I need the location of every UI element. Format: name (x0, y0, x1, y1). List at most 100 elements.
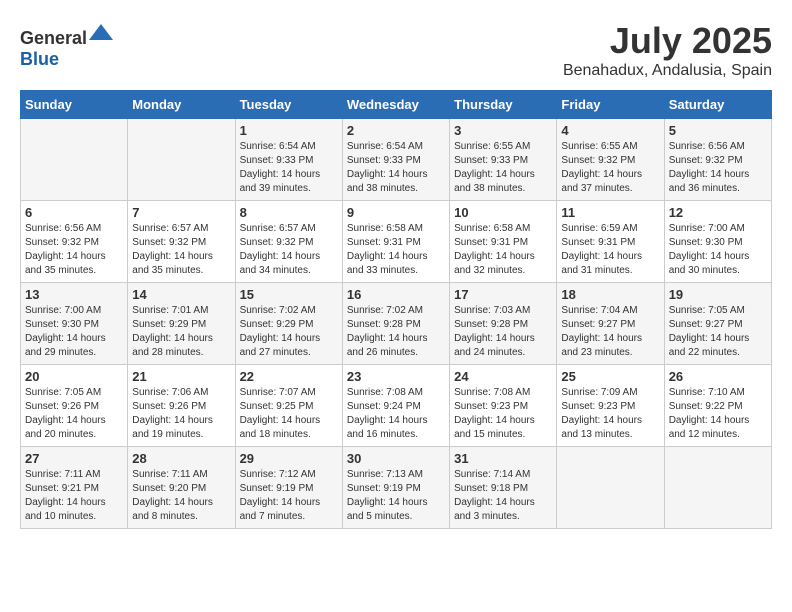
day-number: 10 (454, 205, 552, 220)
day-info: Sunrise: 7:09 AMSunset: 9:23 PMDaylight:… (561, 386, 659, 442)
day-info: Sunrise: 7:02 AMSunset: 9:29 PMDaylight:… (240, 304, 338, 360)
day-number: 24 (454, 369, 552, 384)
day-info: Sunrise: 6:54 AMSunset: 9:33 PMDaylight:… (347, 140, 445, 196)
day-info: Sunrise: 6:58 AMSunset: 9:31 PMDaylight:… (347, 222, 445, 278)
calendar-week-row: 27 Sunrise: 7:11 AMSunset: 9:21 PMDayligh… (21, 447, 772, 529)
calendar-header-row: SundayMondayTuesdayWednesdayThursdayFrid… (21, 91, 772, 119)
calendar-cell: 13Sunrise: 7:00 AMSunset: 9:30 PMDayligh… (21, 283, 128, 365)
day-number: 23 (347, 369, 445, 384)
day-info: Sunrise: 7:08 AMSunset: 9:23 PMDaylight:… (454, 386, 552, 442)
day-info: Sunrise: 7:05 AMSunset: 9:26 PMDaylight:… (25, 386, 123, 442)
calendar-week-row: 20 Sunrise: 7:05 AMSunset: 9:26 PMDayligh… (21, 365, 772, 447)
day-info: Sunrise: 7:01 AMSunset: 9:29 PMDaylight:… (132, 304, 230, 360)
day-number: 30 (347, 451, 445, 466)
calendar-cell: 6Sunrise: 6:56 AMSunset: 9:32 PMDaylight… (21, 201, 128, 283)
day-info: Sunrise: 6:56 AMSunset: 9:32 PMDaylight:… (669, 140, 767, 196)
calendar-cell: 30Sunrise: 7:13 AMSunset: 9:19 PMDayligh… (342, 447, 449, 529)
day-number: 29 (240, 451, 338, 466)
calendar-cell: 12 Sunrise: 7:00 AMSunset: 9:30 PMDayligh… (664, 201, 771, 283)
day-number: 12 (669, 205, 767, 220)
calendar-cell: 7Sunrise: 6:57 AMSunset: 9:32 PMDaylight… (128, 201, 235, 283)
day-number: 25 (561, 369, 659, 384)
day-number: 17 (454, 287, 552, 302)
day-info: Sunrise: 7:05 AMSunset: 9:27 PMDaylight:… (669, 304, 767, 360)
calendar-cell: 18Sunrise: 7:04 AMSunset: 9:27 PMDayligh… (557, 283, 664, 365)
day-info: Sunrise: 7:08 AMSunset: 9:24 PMDaylight:… (347, 386, 445, 442)
calendar-cell (664, 447, 771, 529)
calendar-cell: 19 Sunrise: 7:05 AMSunset: 9:27 PMDayligh… (664, 283, 771, 365)
day-number: 5 (669, 123, 767, 138)
calendar-cell: 26 Sunrise: 7:10 AMSunset: 9:22 PMDayligh… (664, 365, 771, 447)
day-info: Sunrise: 6:56 AMSunset: 9:32 PMDaylight:… (25, 222, 123, 278)
calendar-cell: 17 Sunrise: 7:03 AMSunset: 9:28 PMDayligh… (450, 283, 557, 365)
day-info: Sunrise: 6:58 AMSunset: 9:31 PMDaylight:… (454, 222, 552, 278)
day-number: 31 (454, 451, 552, 466)
calendar-cell: 8 Sunrise: 6:57 AMSunset: 9:32 PMDaylight… (235, 201, 342, 283)
title-block: July 2025 Benahadux, Andalusia, Spain (563, 20, 772, 80)
calendar-week-row: 13Sunrise: 7:00 AMSunset: 9:30 PMDayligh… (21, 283, 772, 365)
calendar-cell: 10 Sunrise: 6:58 AMSunset: 9:31 PMDayligh… (450, 201, 557, 283)
calendar-cell: 4Sunrise: 6:55 AMSunset: 9:32 PMDaylight… (557, 119, 664, 201)
day-number: 21 (132, 369, 230, 384)
calendar-header-sunday: Sunday (21, 91, 128, 119)
day-info: Sunrise: 7:00 AMSunset: 9:30 PMDaylight:… (669, 222, 767, 278)
calendar-cell: 23 Sunrise: 7:08 AMSunset: 9:24 PMDayligh… (342, 365, 449, 447)
month-title: July 2025 (563, 20, 772, 62)
logo-general-text: General (20, 28, 87, 48)
calendar-cell: 14 Sunrise: 7:01 AMSunset: 9:29 PMDayligh… (128, 283, 235, 365)
day-number: 3 (454, 123, 552, 138)
day-info: Sunrise: 6:54 AMSunset: 9:33 PMDaylight:… (240, 140, 338, 196)
day-number: 8 (240, 205, 338, 220)
day-info: Sunrise: 7:03 AMSunset: 9:28 PMDaylight:… (454, 304, 552, 360)
day-info: Sunrise: 7:14 AMSunset: 9:18 PMDaylight:… (454, 468, 552, 524)
day-info: Sunrise: 7:10 AMSunset: 9:22 PMDaylight:… (669, 386, 767, 442)
day-number: 16 (347, 287, 445, 302)
calendar-cell (557, 447, 664, 529)
day-number: 27 (25, 451, 123, 466)
day-number: 19 (669, 287, 767, 302)
calendar-cell (21, 119, 128, 201)
calendar-header-monday: Monday (128, 91, 235, 119)
day-number: 28 (132, 451, 230, 466)
calendar-header-saturday: Saturday (664, 91, 771, 119)
calendar-cell: 15Sunrise: 7:02 AMSunset: 9:29 PMDayligh… (235, 283, 342, 365)
day-number: 20 (25, 369, 123, 384)
calendar-cell: 31 Sunrise: 7:14 AMSunset: 9:18 PMDayligh… (450, 447, 557, 529)
logo-icon (89, 20, 113, 44)
calendar-cell: 20 Sunrise: 7:05 AMSunset: 9:26 PMDayligh… (21, 365, 128, 447)
calendar-cell: 22 Sunrise: 7:07 AMSunset: 9:25 PMDayligh… (235, 365, 342, 447)
calendar-header-wednesday: Wednesday (342, 91, 449, 119)
day-info: Sunrise: 6:59 AMSunset: 9:31 PMDaylight:… (561, 222, 659, 278)
day-number: 22 (240, 369, 338, 384)
day-number: 11 (561, 205, 659, 220)
day-info: Sunrise: 7:11 AMSunset: 9:20 PMDaylight:… (132, 468, 230, 524)
calendar-cell: 11 Sunrise: 6:59 AMSunset: 9:31 PMDayligh… (557, 201, 664, 283)
calendar-cell: 29Sunrise: 7:12 AMSunset: 9:19 PMDayligh… (235, 447, 342, 529)
day-info: Sunrise: 6:55 AMSunset: 9:32 PMDaylight:… (561, 140, 659, 196)
calendar-week-row: 1 Sunrise: 6:54 AMSunset: 9:33 PMDaylight… (21, 119, 772, 201)
location-title: Benahadux, Andalusia, Spain (563, 62, 772, 80)
day-number: 26 (669, 369, 767, 384)
calendar-cell: 16 Sunrise: 7:02 AMSunset: 9:28 PMDayligh… (342, 283, 449, 365)
day-number: 14 (132, 287, 230, 302)
day-number: 1 (240, 123, 338, 138)
day-info: Sunrise: 6:57 AMSunset: 9:32 PMDaylight:… (132, 222, 230, 278)
day-info: Sunrise: 6:57 AMSunset: 9:32 PMDaylight:… (240, 222, 338, 278)
calendar-cell (128, 119, 235, 201)
page-header: General Blue July 2025 Benahadux, Andalu… (20, 20, 772, 80)
calendar-cell: 1 Sunrise: 6:54 AMSunset: 9:33 PMDaylight… (235, 119, 342, 201)
day-info: Sunrise: 7:02 AMSunset: 9:28 PMDaylight:… (347, 304, 445, 360)
calendar-week-row: 6Sunrise: 6:56 AMSunset: 9:32 PMDaylight… (21, 201, 772, 283)
day-info: Sunrise: 7:06 AMSunset: 9:26 PMDaylight:… (132, 386, 230, 442)
calendar-cell: 5 Sunrise: 6:56 AMSunset: 9:32 PMDaylight… (664, 119, 771, 201)
day-info: Sunrise: 7:07 AMSunset: 9:25 PMDaylight:… (240, 386, 338, 442)
logo: General Blue (20, 20, 113, 70)
logo-blue-text: Blue (20, 49, 59, 69)
calendar-header-tuesday: Tuesday (235, 91, 342, 119)
day-info: Sunrise: 7:11 AMSunset: 9:21 PMDaylight:… (25, 468, 123, 524)
calendar-cell: 9Sunrise: 6:58 AMSunset: 9:31 PMDaylight… (342, 201, 449, 283)
calendar-cell: 25 Sunrise: 7:09 AMSunset: 9:23 PMDayligh… (557, 365, 664, 447)
calendar-table: SundayMondayTuesdayWednesdayThursdayFrid… (20, 90, 772, 529)
calendar-cell: 3Sunrise: 6:55 AMSunset: 9:33 PMDaylight… (450, 119, 557, 201)
calendar-cell: 24 Sunrise: 7:08 AMSunset: 9:23 PMDayligh… (450, 365, 557, 447)
